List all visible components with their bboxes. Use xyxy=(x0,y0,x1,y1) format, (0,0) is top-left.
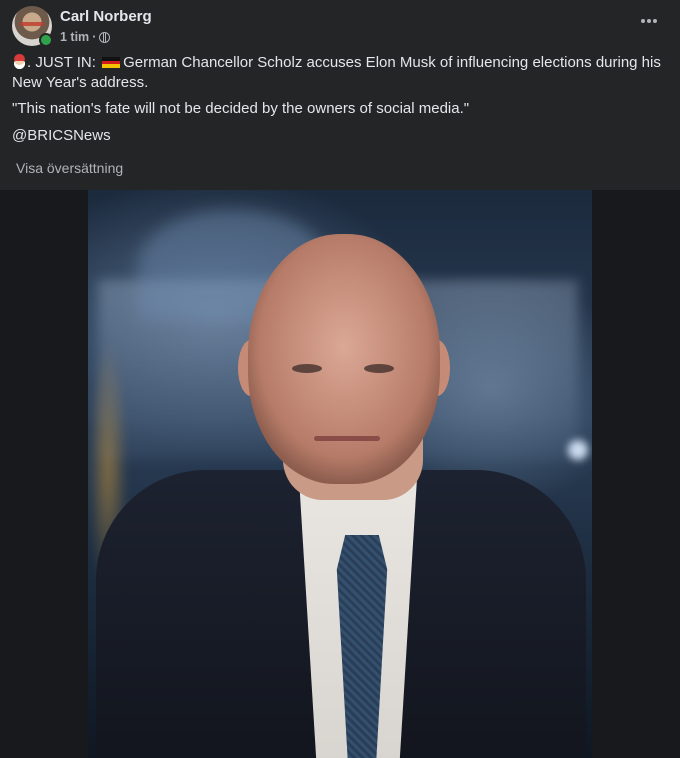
post-media[interactable] xyxy=(0,190,680,758)
post-prefix: . JUST IN: xyxy=(27,54,101,71)
mouth xyxy=(314,436,380,441)
author-avatar[interactable] xyxy=(12,6,53,47)
feed-post: Carl Norberg 1 tim · . JUST IN: German C… xyxy=(0,0,680,758)
portrait-head xyxy=(248,234,440,484)
post-subline: 1 tim · xyxy=(60,30,152,44)
background-light xyxy=(568,440,588,460)
post-timestamp[interactable]: 1 tim xyxy=(60,30,89,44)
santa-emoji-icon xyxy=(12,54,27,69)
left-eye xyxy=(292,364,322,373)
post-header: Carl Norberg 1 tim · xyxy=(12,4,152,48)
separator-dot: · xyxy=(92,30,97,44)
see-translation-link[interactable]: Visa översättning xyxy=(16,160,123,176)
post-photo[interactable] xyxy=(88,190,592,758)
post-headline: . JUST IN: German Chancellor Scholz accu… xyxy=(12,53,672,92)
right-eye xyxy=(364,364,394,373)
more-options-icon[interactable] xyxy=(640,12,658,30)
online-status-indicator xyxy=(39,33,53,47)
globe-icon[interactable] xyxy=(99,31,111,43)
author-name[interactable]: Carl Norberg xyxy=(60,8,152,26)
post-body: . JUST IN: German Chancellor Scholz accu… xyxy=(12,53,672,152)
post-meta: Carl Norberg 1 tim · xyxy=(60,8,152,44)
post-quote: "This nation's fate will not be decided … xyxy=(12,100,470,117)
post-handle[interactable]: @BRICSNews xyxy=(12,126,672,146)
germany-flag-icon xyxy=(102,57,121,69)
